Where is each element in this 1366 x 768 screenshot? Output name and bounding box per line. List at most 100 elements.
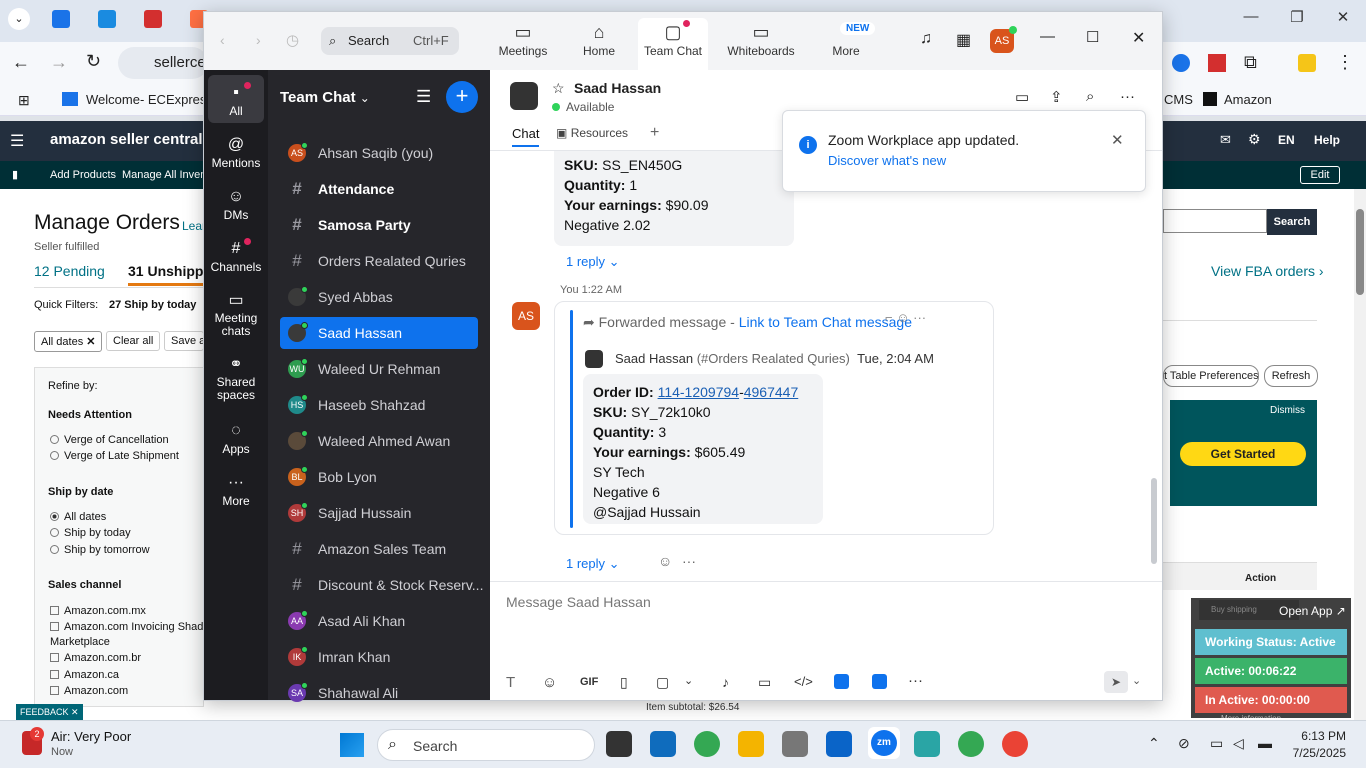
app-icon-2[interactable] xyxy=(872,674,887,689)
bookmark-cms[interactable]: CMS xyxy=(1164,92,1193,107)
channel-item[interactable]: # Amazon Sales Team xyxy=(280,533,478,565)
clock-time[interactable]: 6:13 PM xyxy=(1290,729,1346,743)
open-app-link[interactable]: Open App ↗ xyxy=(1279,604,1346,618)
contact-avatar[interactable] xyxy=(510,82,538,110)
close-icon[interactable]: ✕ xyxy=(86,336,95,348)
app-icon-1[interactable] xyxy=(834,674,849,689)
tab-resources[interactable]: ▣ Resources xyxy=(556,126,628,140)
send-icon[interactable]: ➤ xyxy=(1104,671,1128,693)
maximize-icon[interactable]: ☐ xyxy=(1086,28,1099,46)
more-icon[interactable]: ··· xyxy=(908,672,923,689)
pending-tab[interactable]: 12 Pending xyxy=(34,263,105,279)
file-icon[interactable]: ▯ xyxy=(620,674,628,691)
task-view-icon[interactable] xyxy=(606,731,632,757)
chrome-icon[interactable] xyxy=(694,731,720,757)
radio-icon[interactable] xyxy=(50,545,59,554)
orders-search-input[interactable] xyxy=(1163,209,1267,233)
get-started-button[interactable]: Get Started xyxy=(1180,442,1306,466)
checkbox-icon[interactable] xyxy=(50,653,59,662)
bookmark-icon[interactable]: ▮ xyxy=(12,168,18,181)
display-icon[interactable]: ▭ xyxy=(1210,735,1223,752)
tab-home[interactable]: ⌂ Home xyxy=(576,20,622,58)
more-info-link[interactable]: More information xyxy=(1221,714,1281,718)
emoji-icon[interactable]: ☺ xyxy=(896,310,909,325)
add-reaction-icon[interactable]: ☺ xyxy=(658,553,672,569)
channel-item[interactable]: # Orders Realated Quries xyxy=(280,245,478,277)
channel-item[interactable]: # Samosa Party xyxy=(280,209,478,241)
share-screen-icon[interactable]: ⇪ xyxy=(1050,88,1063,106)
rail-apps[interactable]: ◌ Apps xyxy=(204,420,268,456)
channel-ca[interactable]: Amazon.ca xyxy=(50,669,119,681)
dm-item[interactable]: IK Imran Khan xyxy=(280,641,478,673)
checkbox-icon[interactable] xyxy=(50,686,59,695)
radio-selected-icon[interactable] xyxy=(50,512,59,521)
tab-whiteboards[interactable]: ▭ Whiteboards xyxy=(724,20,798,58)
toast-link[interactable]: Discover what's new xyxy=(828,153,946,168)
back-icon[interactable]: ← xyxy=(12,52,30,73)
save-button[interactable]: Save a xyxy=(164,331,204,351)
language-select[interactable]: EN xyxy=(1278,133,1295,147)
chrome-alt-icon[interactable] xyxy=(1002,731,1028,757)
clock-date[interactable]: 7/25/2025 xyxy=(1278,746,1346,760)
bell-icon[interactable]: ♫ xyxy=(920,30,932,48)
chevron-down-icon[interactable]: ⌄ xyxy=(684,674,693,687)
minimize-icon[interactable]: — xyxy=(1236,8,1266,25)
tab-list-chevron-icon[interactable]: ⌄ xyxy=(8,8,30,30)
pdf-icon[interactable] xyxy=(1208,54,1226,72)
refresh-button[interactable]: Refresh xyxy=(1264,365,1318,387)
dm-item[interactable]: AA Asad Ali Khan xyxy=(280,605,478,637)
rail-meeting-chats[interactable]: ▭ Meeting chats xyxy=(204,290,268,338)
screenshot-icon[interactable]: ▢ xyxy=(656,674,669,691)
message-input[interactable]: Message Saad Hassan xyxy=(506,594,651,610)
page-scrollbar[interactable] xyxy=(1354,189,1366,720)
calculator-icon[interactable] xyxy=(782,731,808,757)
dm-item[interactable]: WU Waleed Ur Rehman xyxy=(280,353,478,385)
close-icon[interactable]: ✕ xyxy=(1132,28,1145,48)
dm-item[interactable]: BL Bob Lyon xyxy=(280,461,478,493)
taskbar-search[interactable]: ⌕ Search xyxy=(377,729,595,761)
ec-icon[interactable] xyxy=(52,10,70,28)
dm-item[interactable]: SA Shahawal Ali xyxy=(280,677,478,709)
checkbox-icon[interactable] xyxy=(50,670,59,679)
view-fba-link[interactable]: View FBA orders › xyxy=(1211,263,1324,279)
all-dates-chip[interactable]: All dates ✕ xyxy=(34,331,103,352)
code-icon[interactable]: </> xyxy=(794,674,813,689)
flag-icon[interactable] xyxy=(144,10,162,28)
new-chat-button[interactable]: + xyxy=(446,81,478,113)
rail-mentions[interactable]: @ Mentions xyxy=(204,134,268,170)
rail-channels[interactable]: # Channels xyxy=(204,238,268,274)
profile-ext-icon[interactable] xyxy=(1298,54,1316,72)
chrome-profile-icon[interactable] xyxy=(958,731,984,757)
dm-item[interactable]: HS Haseeb Shahzad xyxy=(280,389,478,421)
table-preferences-button[interactable]: t Table Preferences xyxy=(1163,365,1259,387)
chat-scrollbar[interactable] xyxy=(1150,154,1158,578)
contact-name[interactable]: Saad Hassan xyxy=(574,80,661,96)
extension-icon[interactable] xyxy=(1172,54,1190,72)
radio-icon[interactable] xyxy=(50,451,59,460)
dm-item[interactable]: SH Sajjad Hussain xyxy=(280,497,478,529)
volume-icon[interactable]: ◁ xyxy=(1233,735,1244,752)
ship-today-option[interactable]: Ship by today xyxy=(50,527,131,539)
prev-replies-link[interactable]: 1 reply ⌄ xyxy=(566,254,620,270)
back-icon[interactable]: ‹ xyxy=(220,32,225,48)
explorer-icon[interactable] xyxy=(738,731,764,757)
bookmark-amazon[interactable]: Amazon xyxy=(1224,92,1272,107)
video-message-icon[interactable]: ▭ xyxy=(758,674,771,691)
verge-cancellation-option[interactable]: Verge of Cancellation xyxy=(50,434,169,446)
profile-avatar[interactable]: AS xyxy=(990,26,1017,53)
forward-icon[interactable]: › xyxy=(256,32,261,48)
channel-item[interactable]: # Attendance xyxy=(280,173,478,205)
restore-icon[interactable]: ❐ xyxy=(1282,8,1312,26)
battery-icon[interactable]: ▬ xyxy=(1258,735,1272,751)
clear-all-button[interactable]: Clear all xyxy=(106,331,161,351)
rail-dms[interactable]: ☺ DMs xyxy=(204,186,268,222)
emoji-icon[interactable]: ☺ xyxy=(542,674,557,691)
order-id-link-2[interactable]: 4967447 xyxy=(744,384,799,400)
dm-item[interactable]: Waleed Ahmed Awan xyxy=(280,425,478,457)
puzzle-icon[interactable]: ⧉ xyxy=(1244,52,1257,73)
forward-icon[interactable]: → xyxy=(50,52,68,73)
replies-link[interactable]: 1 reply ⌄ xyxy=(566,556,620,572)
channel-com[interactable]: Amazon.com xyxy=(50,685,128,697)
more-icon[interactable]: ··· xyxy=(913,310,926,325)
history-icon[interactable]: ◷ xyxy=(286,31,299,49)
